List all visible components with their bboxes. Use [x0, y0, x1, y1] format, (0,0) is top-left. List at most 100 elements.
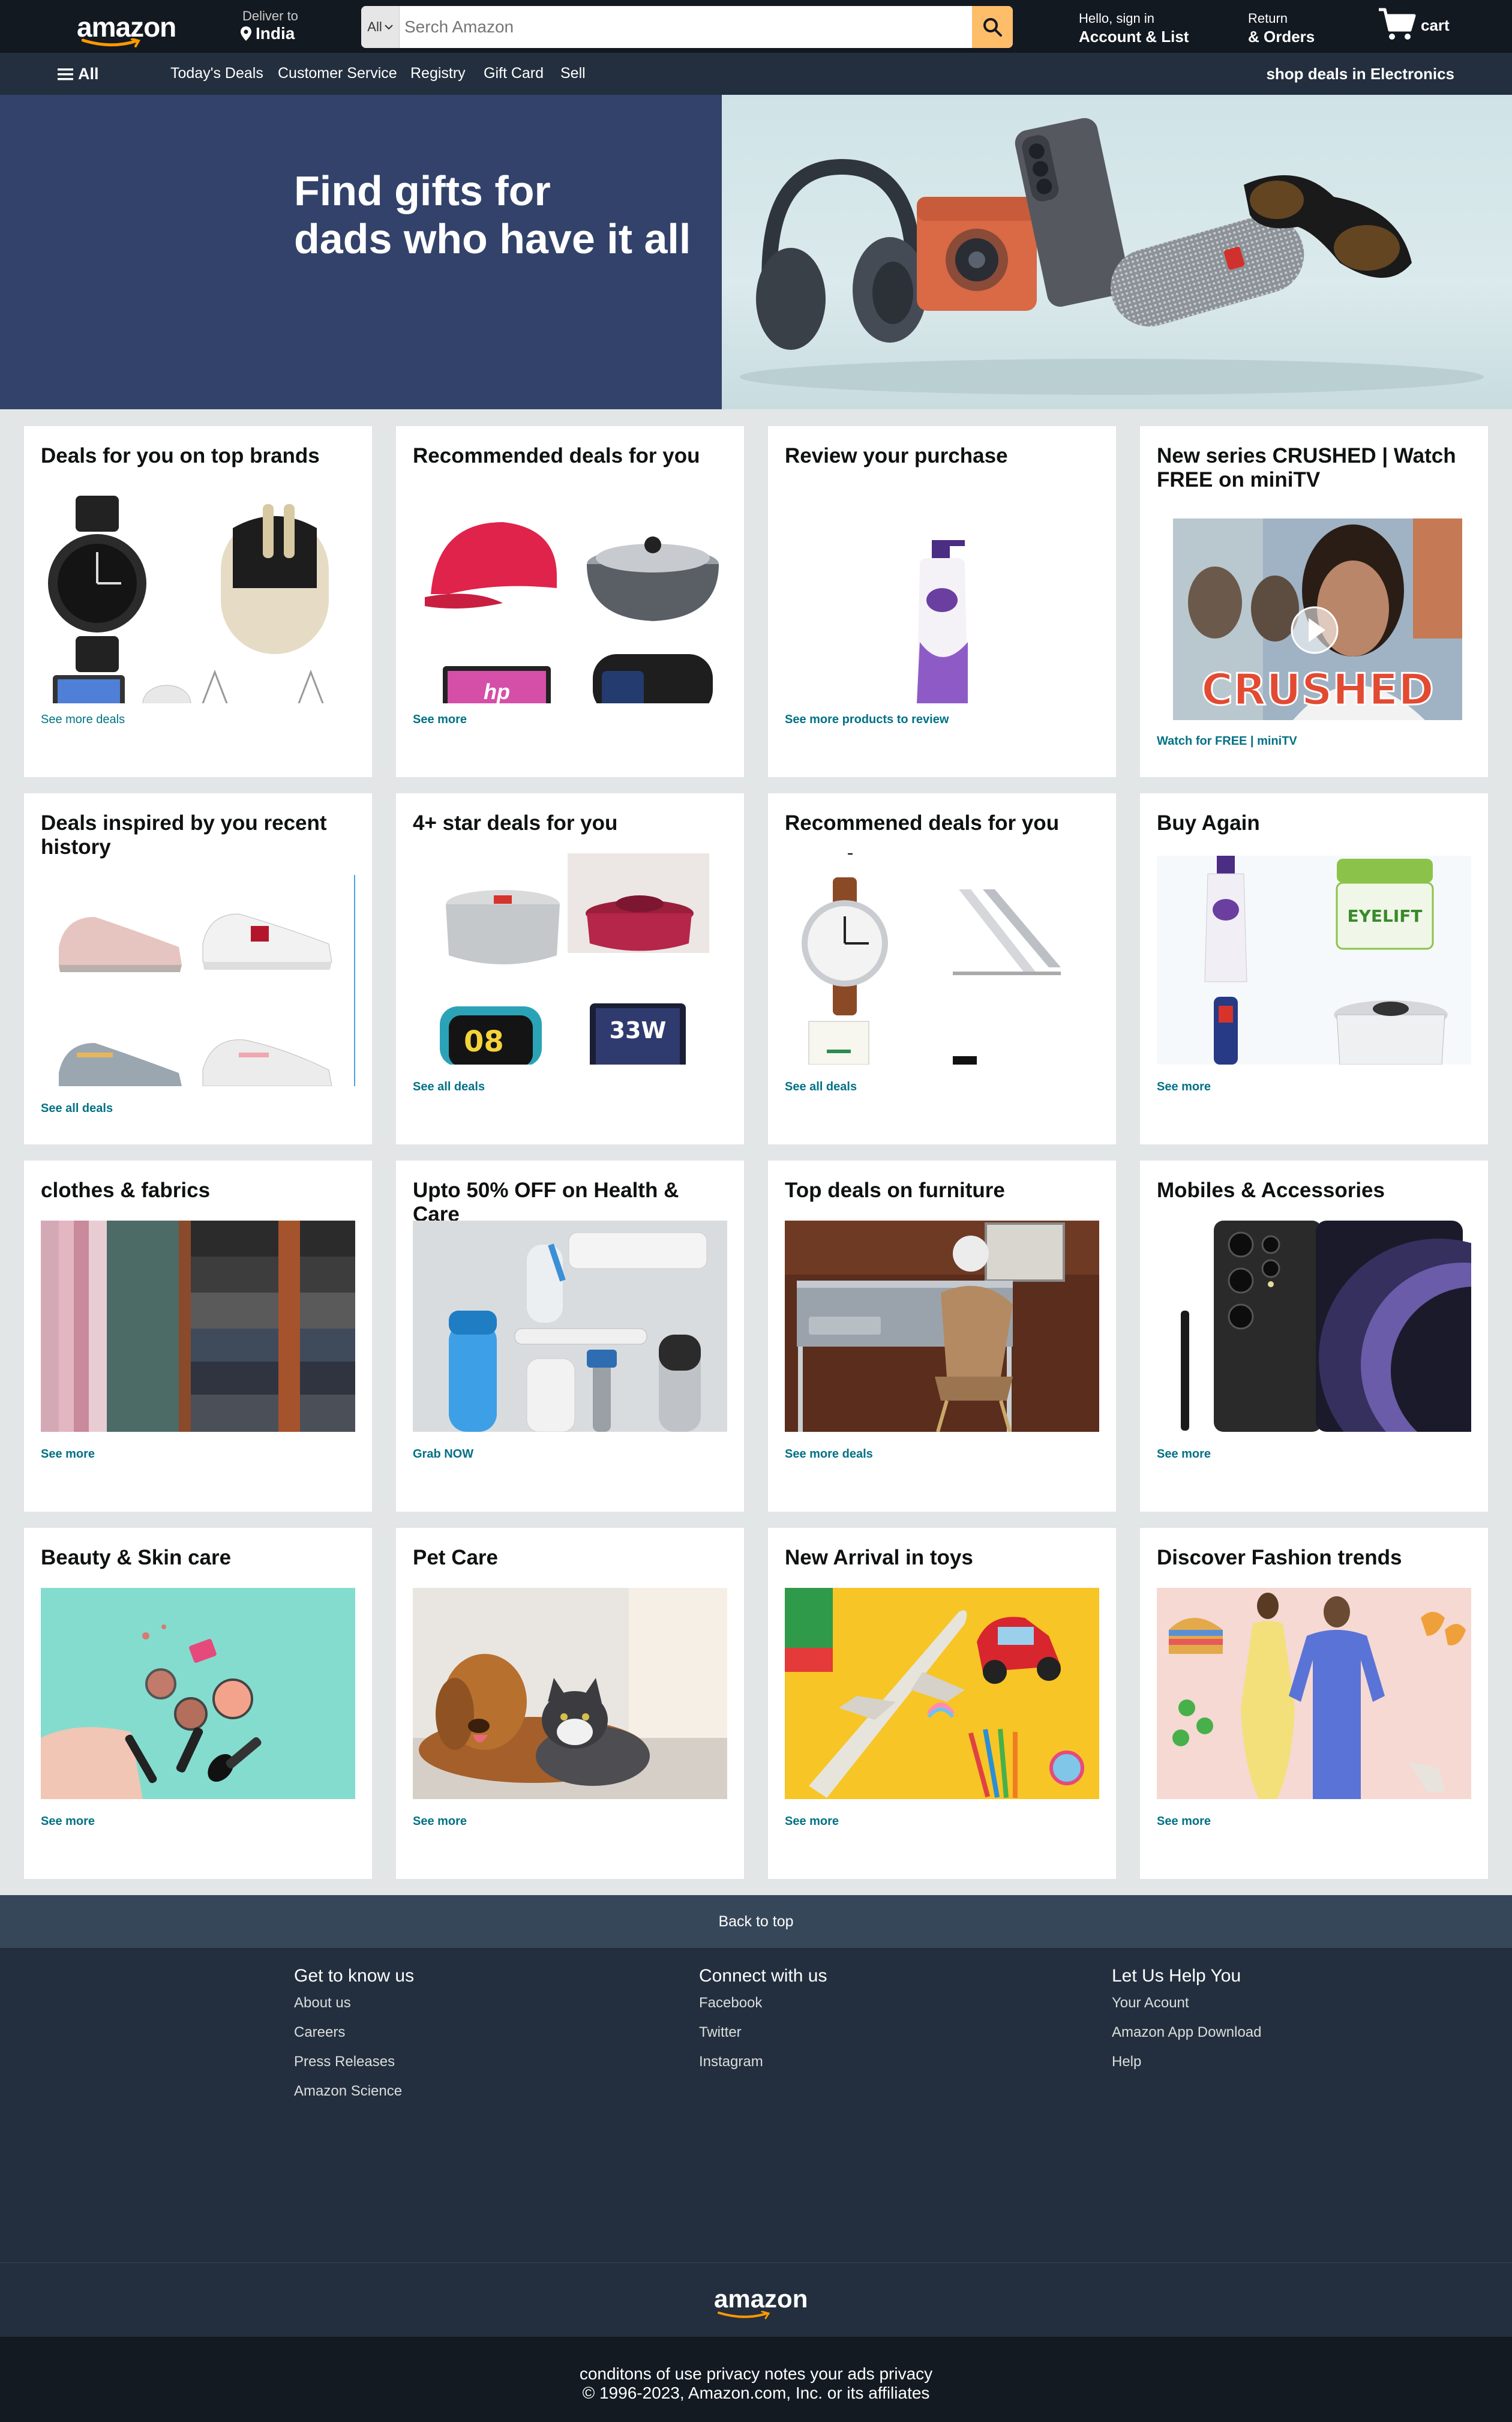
card-title: Beauty & Skin care — [41, 1546, 232, 1569]
card-title: Upto 50% OFF on Health & Care — [413, 1179, 679, 1226]
card-image-watch-stand[interactable] — [785, 853, 1099, 1065]
nav-link-todays-deals[interactable]: Today's Deals — [170, 65, 263, 82]
card-title: Recommened deals for you — [785, 811, 1060, 835]
legal-footer: conditons of use privacy notes your ads … — [0, 2337, 1512, 2422]
card-minitv-crushed: New series CRUSHED | Watch FREE on miniT… — [1140, 426, 1488, 777]
crushed-title-art: CRUSHED — [1201, 664, 1434, 715]
card-title: Deals for you on top brands — [41, 444, 320, 467]
footer-link-amazon-science[interactable]: Amazon Science — [294, 2083, 414, 2100]
legal-links[interactable]: conditons of use privacy notes your ads … — [0, 2364, 1512, 2384]
cart-button[interactable]: cart — [1378, 7, 1450, 42]
card-image-furniture[interactable] — [785, 1221, 1099, 1432]
sub-nav: All Today's Deals Customer Service Regis… — [0, 53, 1512, 95]
card-link[interactable]: See more — [41, 1815, 95, 1829]
card-title: Pet Care — [413, 1546, 499, 1569]
card-image-health-products[interactable] — [413, 1221, 727, 1432]
card-image-dog-cat[interactable] — [413, 1588, 727, 1799]
nav-link-registry[interactable]: Registry — [410, 65, 466, 82]
card-link[interactable]: See more — [785, 1815, 839, 1829]
account-menu[interactable]: Hello, sign in Account & List — [1079, 11, 1189, 46]
footer-logo-bar: amazon — [0, 2262, 1512, 2337]
nav-link-customer-service[interactable]: Customer Service — [278, 65, 397, 82]
search-button[interactable] — [972, 6, 1013, 48]
card-link[interactable]: See more — [413, 1815, 467, 1829]
cart-icon — [1379, 8, 1416, 40]
card-link[interactable]: See more deals — [785, 1447, 873, 1461]
card-link[interactable]: See more deals — [41, 713, 125, 727]
card-mobiles-accessories: Mobiles & Accessories See more — [1140, 1161, 1488, 1512]
card-top-brand-deals: Deals for you on top brands See more dea… — [24, 426, 372, 777]
card-link[interactable]: See more — [413, 713, 467, 727]
card-image-fashion[interactable] — [1157, 1588, 1471, 1799]
card-link[interactable]: See more — [41, 1447, 95, 1461]
location-pin-icon — [241, 26, 251, 41]
card-link[interactable]: See more — [1157, 1080, 1211, 1094]
svg-text:hp: hp — [484, 679, 510, 703]
hero-title: Find gifts for dads who have it all — [294, 167, 691, 262]
footer-link-press-releases[interactable]: Press Releases — [294, 2054, 414, 2070]
account-greeting: Hello, sign in — [1079, 11, 1154, 26]
card-image-crushed-video[interactable]: CRUSHED — [1173, 518, 1462, 720]
footer-column-help: Let Us Help You Your Acount Amazon App D… — [1112, 1966, 1262, 2083]
card-image-fabrics[interactable] — [41, 1221, 355, 1432]
card-link[interactable]: Watch for FREE | miniTV — [1157, 735, 1297, 748]
card-title: Discover Fashion trends — [1157, 1546, 1402, 1569]
card-image-star-products[interactable]: 08 33W — [413, 853, 727, 1065]
nav-link-gift-card[interactable]: Gift Card — [484, 65, 544, 82]
card-image-cap-cookware[interactable]: hp — [413, 492, 727, 703]
footer-link-your-account[interactable]: Your Acount — [1112, 1995, 1262, 2012]
footer-link-app-download[interactable]: Amazon App Download — [1112, 2024, 1262, 2041]
chevron-down-icon — [385, 25, 393, 30]
card-health-care: Upto 50% OFF on Health & Care Grab NOW — [396, 1161, 744, 1512]
card-link[interactable]: See all deals — [41, 1102, 113, 1116]
card-image-watch-earbuds[interactable] — [41, 492, 355, 703]
card-beauty-skincare: Beauty & Skin care See more — [24, 1528, 372, 1879]
card-star-deals: 4+ star deals for you 08 33W See all dea… — [396, 793, 744, 1144]
footer-link-careers[interactable]: Careers — [294, 2024, 414, 2041]
card-image-lotion[interactable] — [785, 492, 1099, 703]
card-title: Mobiles & Accessories — [1157, 1179, 1385, 1202]
deliver-label: Deliver to — [242, 8, 298, 23]
deliver-to[interactable]: Deliver to India — [240, 8, 298, 43]
account-label: Account & List — [1079, 28, 1189, 46]
svg-text:08: 08 — [464, 1025, 504, 1059]
card-review-purchase: Review your purchase See more products t… — [768, 426, 1116, 777]
card-image-sneakers[interactable] — [41, 875, 355, 1086]
all-menu-label: All — [78, 65, 99, 83]
hamburger-icon — [58, 68, 73, 80]
footer-link-help[interactable]: Help — [1112, 2054, 1262, 2070]
returns-orders[interactable]: Return & Orders — [1248, 11, 1315, 46]
search-bar: All — [361, 6, 1013, 48]
hero-text-panel: Find gifts for dads who have it all — [0, 95, 722, 409]
footer-link-about-us[interactable]: About us — [294, 1995, 414, 2012]
card-link[interactable]: See more — [1157, 1815, 1211, 1829]
card-image-smartphone[interactable] — [1157, 1221, 1471, 1432]
footer-heading: Let Us Help You — [1112, 1966, 1241, 1986]
card-link[interactable]: Grab NOW — [413, 1447, 473, 1461]
top-nav: amazon Deliver to India All Serch Amazon… — [0, 0, 1512, 53]
card-link[interactable]: See more — [1157, 1447, 1211, 1461]
search-category-select[interactable]: All — [361, 6, 400, 48]
footer-link-twitter[interactable]: Twitter — [699, 2024, 827, 2041]
footer-heading: Connect with us — [699, 1966, 827, 1986]
card-image-toys[interactable] — [785, 1588, 1099, 1799]
card-link[interactable]: See all deals — [785, 1080, 857, 1094]
card-title: Deals inspired by you recent history — [41, 811, 327, 859]
amazon-logo[interactable]: amazon — [77, 11, 176, 47]
card-fashion-trends: Discover Fashion trends See more — [1140, 1528, 1488, 1879]
card-image-buy-again-products[interactable]: EYELIFT — [1157, 856, 1471, 1065]
all-menu-button[interactable]: All — [58, 65, 99, 83]
hero-banner[interactable]: Find gifts for dads who have it all — [0, 95, 1512, 409]
card-link[interactable]: See more products to review — [785, 713, 949, 727]
footer-link-facebook[interactable]: Facebook — [699, 1995, 827, 2012]
card-toys-new-arrival: New Arrival in toys See more — [768, 1528, 1116, 1879]
card-link[interactable]: See all deals — [413, 1080, 485, 1094]
back-to-top-button[interactable]: Back to top — [0, 1895, 1512, 1948]
footer-heading: Get to know us — [294, 1966, 415, 1986]
footer-link-instagram[interactable]: Instagram — [699, 2054, 827, 2070]
search-input[interactable] — [400, 6, 972, 48]
card-image-makeup[interactable] — [41, 1588, 355, 1799]
electronics-promo-link[interactable]: shop deals in Electronics — [1266, 65, 1454, 83]
footer-logo[interactable]: amazon — [714, 2285, 808, 2319]
nav-link-sell[interactable]: Sell — [560, 65, 586, 82]
